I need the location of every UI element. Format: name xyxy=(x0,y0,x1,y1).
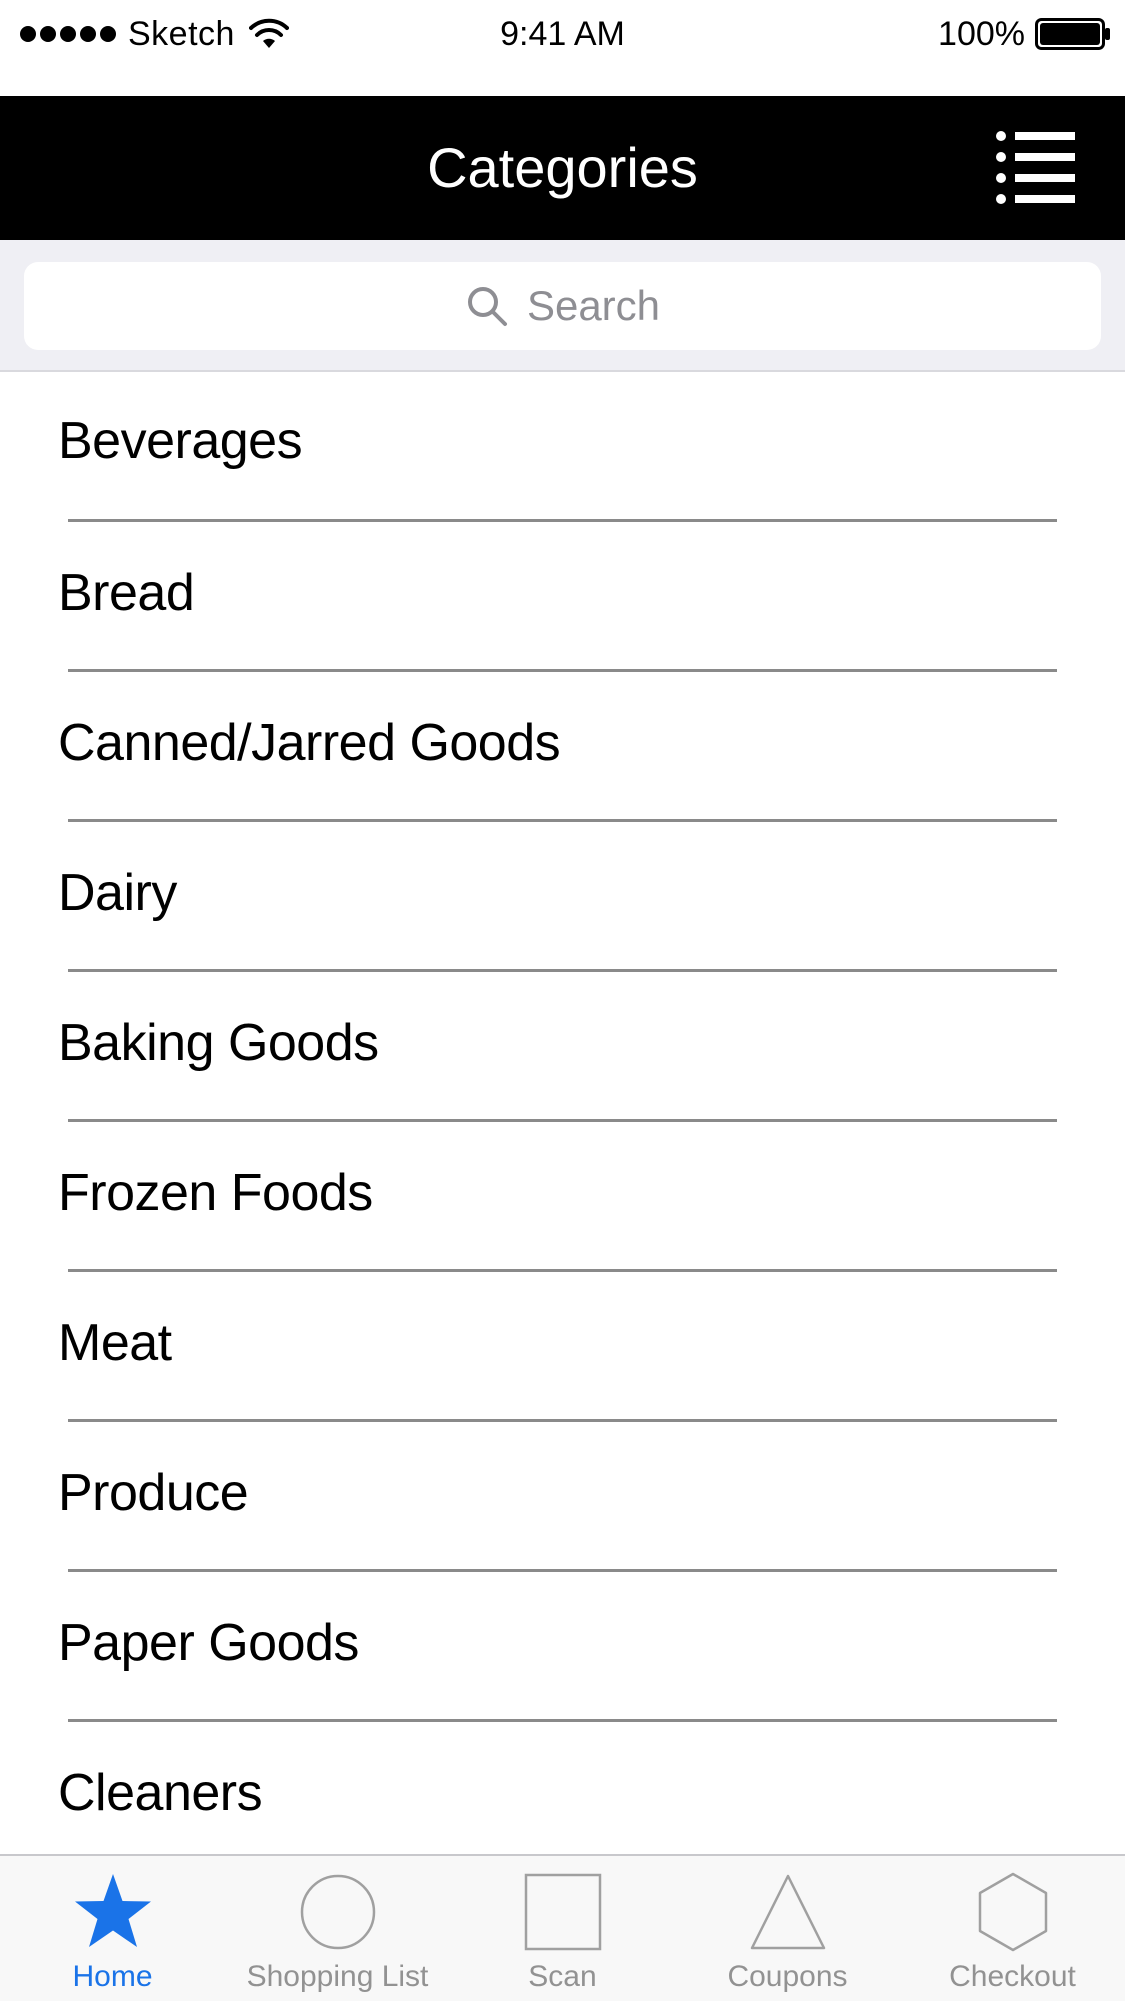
tab-label: Scan xyxy=(528,1960,597,1993)
search-input[interactable]: Search xyxy=(24,262,1101,350)
status-bar: Sketch 9:41 AM 100% xyxy=(0,0,1125,96)
tab-label: Checkout xyxy=(949,1960,1076,1993)
list-item-meat[interactable]: Meat xyxy=(0,1272,1125,1422)
search-icon xyxy=(467,287,507,326)
page-title: Categories xyxy=(427,136,698,199)
menu-button[interactable] xyxy=(995,128,1079,208)
list-item-baking-goods[interactable]: Baking Goods xyxy=(0,972,1125,1122)
tab-label: Coupons xyxy=(727,1960,848,1993)
tab-checkout[interactable]: Checkout xyxy=(900,1856,1125,2001)
category-list: Beverages Bread Canned/Jarred Goods Dair… xyxy=(0,372,1125,1872)
list-item-label: Beverages xyxy=(58,412,303,470)
list-item-label: Bread xyxy=(58,564,195,622)
list-item-dairy[interactable]: Dairy xyxy=(0,822,1125,972)
tab-scan[interactable]: Scan xyxy=(450,1856,675,2001)
list-item-bread[interactable]: Bread xyxy=(0,522,1125,672)
list-item-label: Canned/Jarred Goods xyxy=(58,714,561,772)
list-item-frozen-foods[interactable]: Frozen Foods xyxy=(0,1122,1125,1272)
search-placeholder: Search xyxy=(526,282,661,329)
list-item-label: Baking Goods xyxy=(58,1014,379,1072)
star-icon xyxy=(74,1874,151,1947)
list-item-label: Cleaners xyxy=(58,1764,263,1822)
square-icon xyxy=(524,1873,601,1951)
hexagon-icon xyxy=(978,1872,1047,1952)
list-menu-icon xyxy=(996,131,1075,204)
tab-coupons[interactable]: Coupons xyxy=(675,1856,900,2001)
battery-icon xyxy=(1035,18,1110,50)
tab-shopping-list[interactable]: Shopping List xyxy=(225,1856,450,2001)
list-item-label: Frozen Foods xyxy=(58,1164,373,1222)
tab-bar: Home Shopping List Scan Coupons Checkout xyxy=(0,1854,1125,2001)
list-item-paper-goods[interactable]: Paper Goods xyxy=(0,1572,1125,1722)
status-right: 100% xyxy=(938,12,1111,56)
list-item-canned-jarred-goods[interactable]: Canned/Jarred Goods xyxy=(0,672,1125,822)
list-item-label: Dairy xyxy=(58,864,177,922)
tab-label: Shopping List xyxy=(246,1960,429,1993)
list-item-label: Meat xyxy=(58,1314,172,1372)
battery-percentage: 100% xyxy=(938,14,1025,53)
list-item-produce[interactable]: Produce xyxy=(0,1422,1125,1572)
triangle-icon xyxy=(750,1874,825,1950)
list-item-beverages[interactable]: Beverages xyxy=(0,372,1125,522)
list-item-label: Paper Goods xyxy=(58,1614,359,1672)
list-item-cleaners[interactable]: Cleaners xyxy=(0,1722,1125,1872)
search-bar: Search xyxy=(0,240,1125,372)
nav-bar: Categories xyxy=(0,96,1125,240)
circle-icon xyxy=(300,1874,375,1950)
tab-home[interactable]: Home xyxy=(0,1856,225,2001)
tab-label: Home xyxy=(72,1960,153,1993)
list-item-label: Produce xyxy=(58,1464,249,1522)
